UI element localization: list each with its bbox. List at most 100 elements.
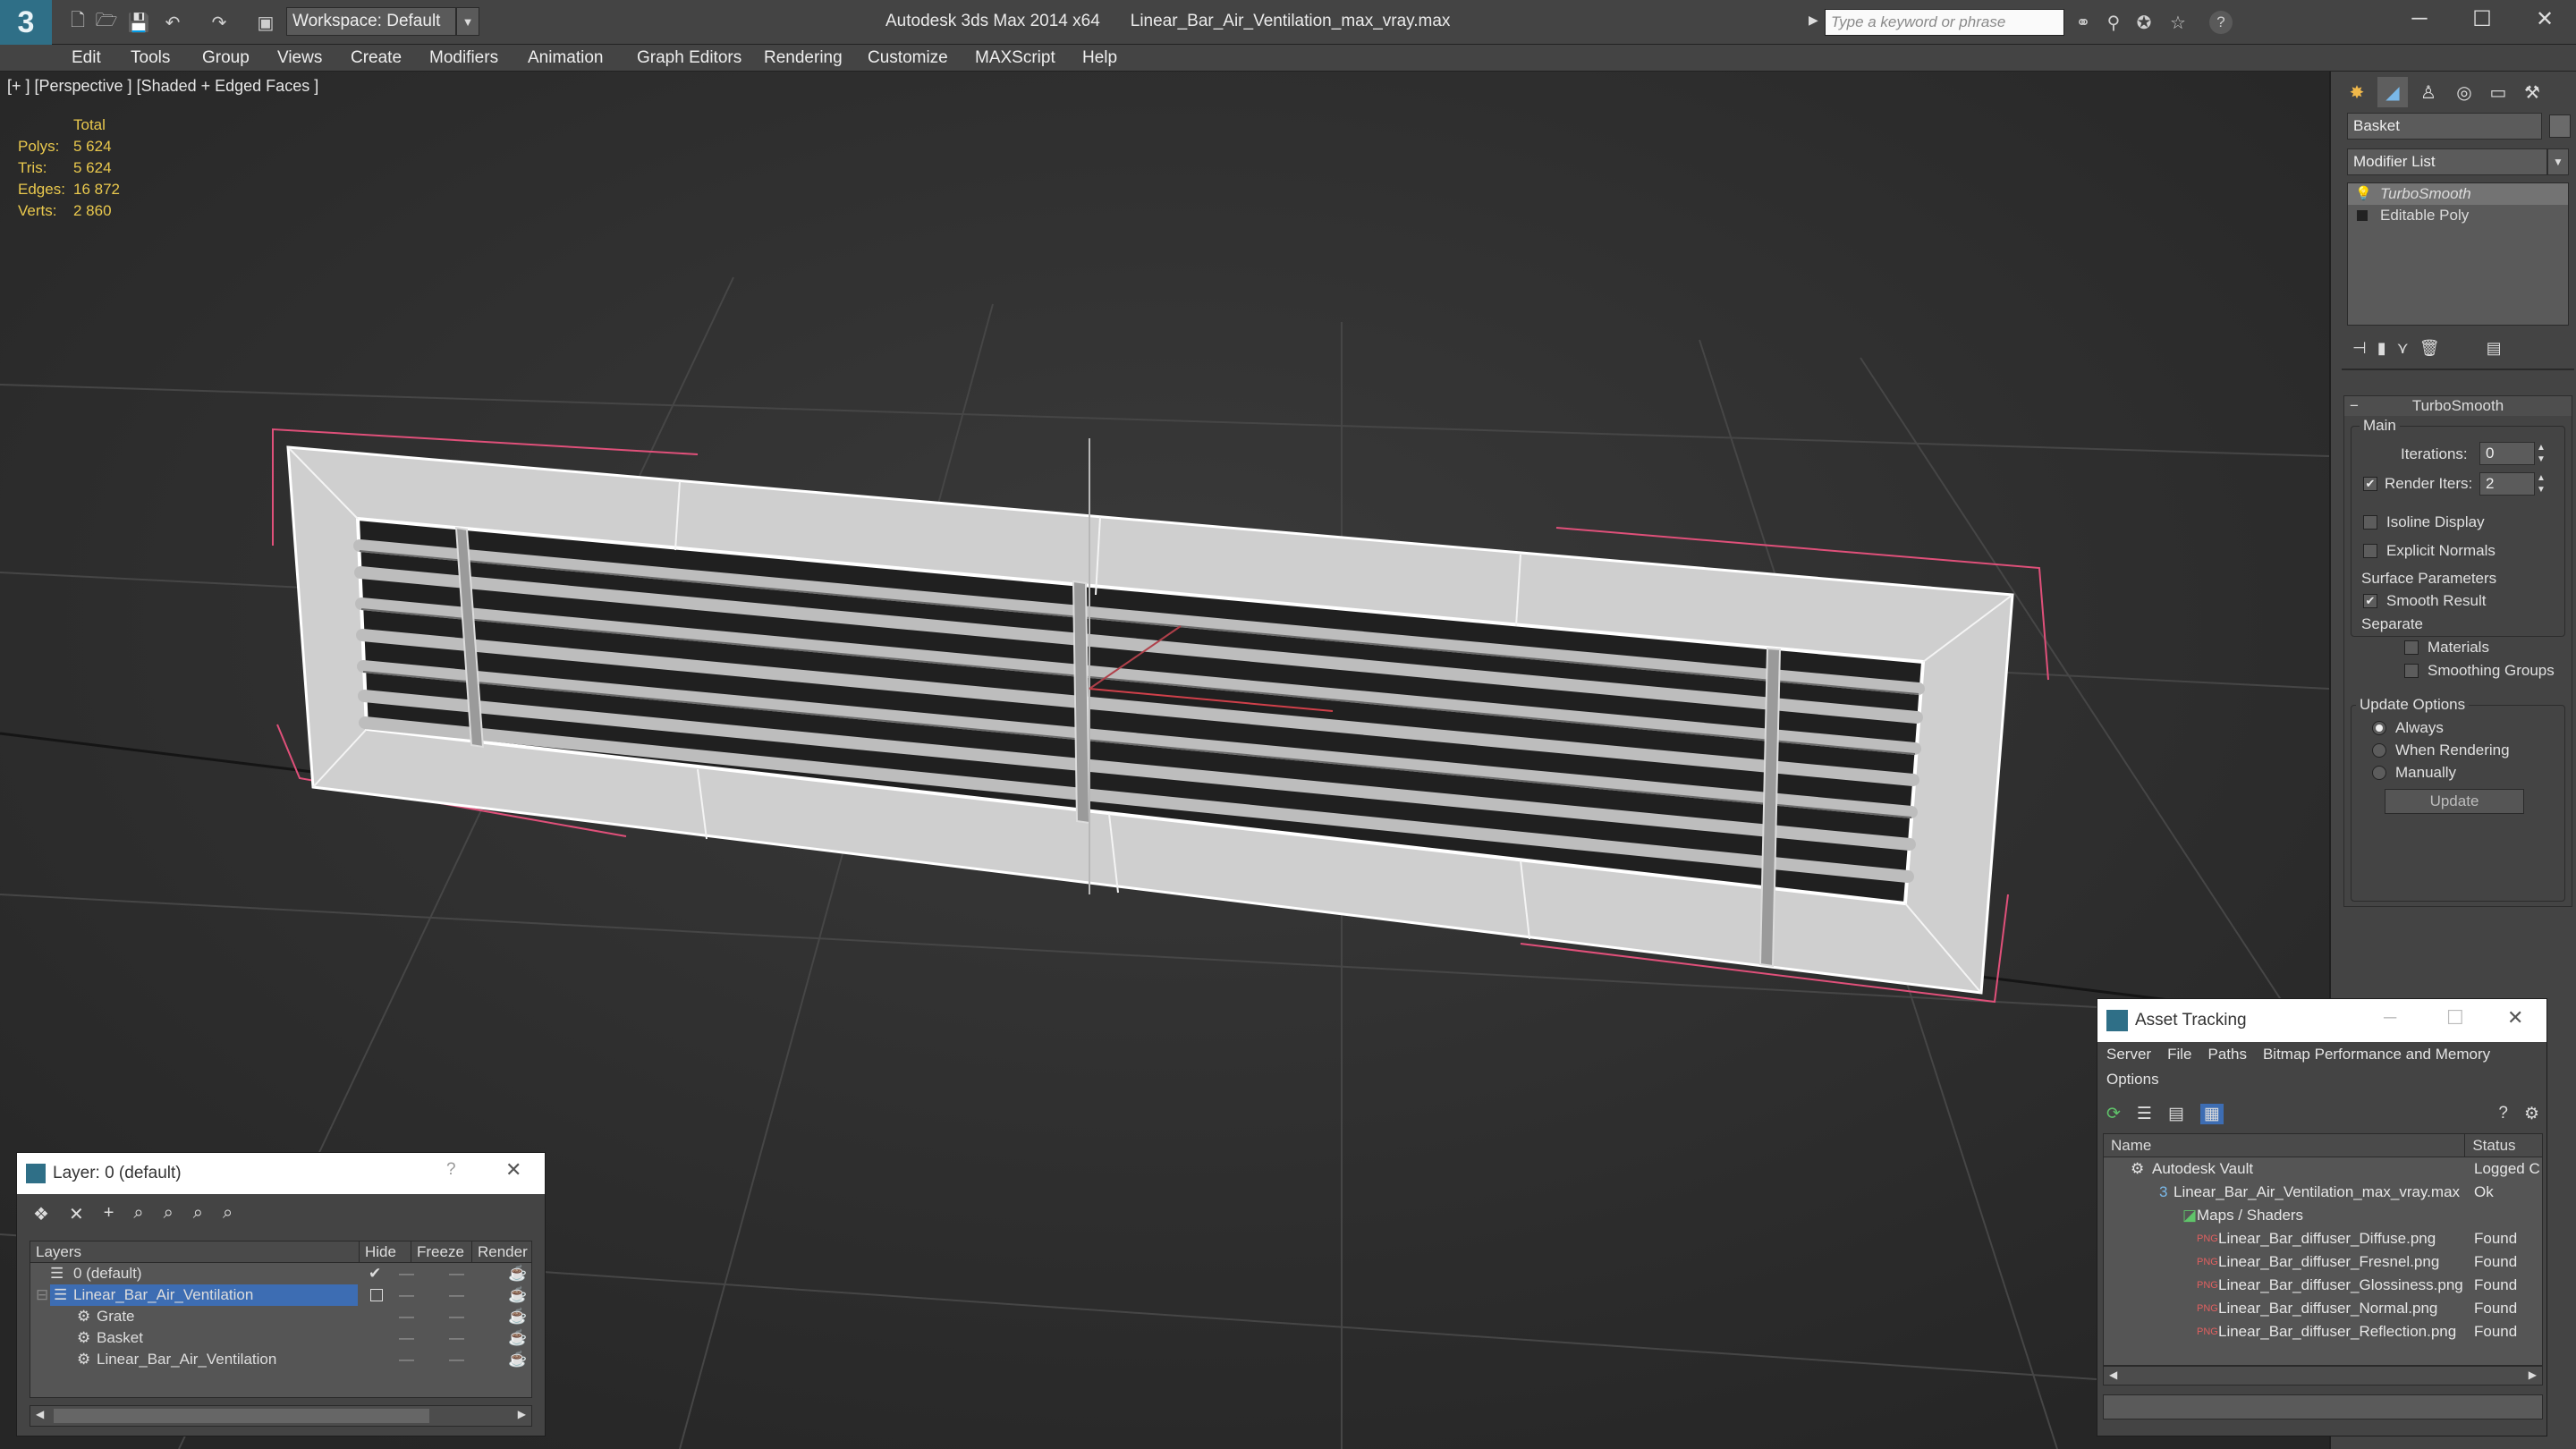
asset-row[interactable]: PNG Linear_Bar_diffuser_Reflection.png F… [2104,1320,2542,1343]
materials-checkbox[interactable] [2404,640,2419,655]
horizontal-scrollbar[interactable]: ◀ ▶ [30,1405,532,1427]
close-button[interactable]: ✕ [505,1158,521,1182]
layer-dialog-title[interactable]: Layer: 0 (default) [17,1153,545,1194]
col-layers[interactable]: Layers [30,1241,360,1262]
col-render[interactable]: Render [472,1241,531,1262]
undo-icon[interactable]: ↶ [159,9,186,36]
close-button[interactable]: ✕ [2507,1006,2523,1030]
stack-item-turbosmooth[interactable]: 💡 TurboSmooth [2348,183,2568,205]
layer-row[interactable]: ⚙ Grate — — ☕ [30,1306,531,1327]
binoculars-icon[interactable]: ⚭ [2070,9,2097,36]
close-button[interactable]: ✕ [2513,0,2576,38]
open-file-icon[interactable]: 🗁 [93,9,120,36]
help-icon[interactable]: ? [2498,1104,2508,1123]
menu-views[interactable]: Views [277,45,322,72]
app-logo-icon[interactable]: 3 [0,0,52,45]
menu-bitmap-performance[interactable]: Bitmap Performance and Memory [2263,1046,2490,1063]
list-view-icon[interactable]: ☰ [2137,1104,2152,1124]
menu-rendering[interactable]: Rendering [764,45,843,72]
rollout-header[interactable]: − TurboSmooth [2344,396,2572,416]
refresh-icon[interactable]: ⟳ [2106,1104,2121,1124]
layer-row[interactable]: ⚙ Linear_Bar_Air_Ventilation — — ☕ [30,1349,531,1370]
create-tab-icon[interactable]: ✸ [2342,77,2372,107]
render-iters-checkbox[interactable]: ✔ [2363,477,2377,491]
configure-sets-icon[interactable]: ▤ [2487,339,2502,358]
menu-animation[interactable]: Animation [528,45,604,72]
current-layer-checkbox[interactable] [370,1289,383,1301]
new-layer-icon[interactable]: ❖ [33,1203,49,1225]
minimize-button[interactable]: ─ [2388,0,2451,38]
search-input[interactable]: Type a keyword or phrase [1825,9,2064,36]
teapot-icon[interactable]: ☕ [508,1327,527,1349]
help-icon[interactable]: ? [2209,11,2233,34]
favorites-icon[interactable]: ☆ [2165,9,2191,36]
spinner-arrows-icon[interactable]: ▲ ▼ [2537,442,2546,465]
detail-view-icon[interactable]: ▤ [2168,1104,2184,1124]
menu-customize[interactable]: Customize [868,45,948,72]
layer-row[interactable]: ⊟ Linear_Bar_Air_Ventilation ☰ — — ☕ [30,1284,531,1306]
col-name[interactable]: Name [2104,1134,2466,1157]
asset-row[interactable]: PNG Linear_Bar_diffuser_Diffuse.png Foun… [2104,1227,2542,1250]
redo-icon[interactable]: ↷ [206,9,233,36]
layer-row[interactable]: ☰ 0 (default) ✔ — — ☕ [30,1263,531,1284]
motion-tab-icon[interactable]: ◎ [2449,77,2479,107]
menu-file[interactable]: File [2167,1046,2191,1063]
menu-paths[interactable]: Paths [2207,1046,2246,1063]
asset-row[interactable]: PNG Linear_Bar_diffuser_Glossiness.png F… [2104,1274,2542,1297]
horizontal-scrollbar[interactable]: ◀ ▶ [2103,1366,2543,1385]
utilities-tab-icon[interactable]: ⚒ [2517,77,2547,107]
menu-tools[interactable]: Tools [131,45,170,72]
teapot-icon[interactable]: ☕ [508,1306,527,1327]
menu-graph-editors[interactable]: Graph Editors [637,45,741,72]
smooth-result-checkbox[interactable]: ✔ [2363,594,2377,608]
modify-tab-icon[interactable]: ◢ [2377,77,2408,107]
maximize-button[interactable]: ☐ [2446,1006,2464,1030]
asset-tracking-title[interactable]: Asset Tracking [2097,999,2546,1042]
make-unique-icon[interactable]: ⋎ [2397,339,2409,358]
render-iters-spinner[interactable]: 2 [2479,472,2535,496]
teapot-icon[interactable]: ☕ [508,1284,527,1306]
viewport-label[interactable]: [+ ] [Perspective ] [Shaded + Edged Face… [7,77,318,96]
highlight-selected-icon[interactable]: ⌕ [164,1203,174,1225]
stack-item-editable-poly[interactable]: Editable Poly [2348,205,2568,226]
menu-server[interactable]: Server [2106,1046,2151,1063]
help-button[interactable]: ? [446,1160,456,1180]
iterations-spinner[interactable]: 0 [2479,442,2535,465]
select-objects-icon[interactable]: ⌕ [133,1203,143,1225]
asset-row[interactable]: ⚙ Autodesk Vault Logged C [2104,1157,2542,1181]
spinner-arrows-icon[interactable]: ▲ ▼ [2537,472,2546,496]
search-expand-icon[interactable]: ▶ [1809,13,1821,32]
asset-row[interactable]: PNG Linear_Bar_diffuser_Normal.png Found [2104,1297,2542,1320]
col-freeze[interactable]: Freeze [411,1241,472,1262]
update-button[interactable]: Update [2385,789,2524,814]
menu-create[interactable]: Create [351,45,402,72]
maximize-button[interactable]: ☐ [2451,0,2513,38]
pin-stack-icon[interactable]: ⊣ [2352,339,2367,358]
asset-row[interactable]: PNG Linear_Bar_diffuser_Fresnel.png Foun… [2104,1250,2542,1274]
workspace-dropdown[interactable]: Workspace: Default [286,7,456,36]
asset-path-field[interactable] [2103,1394,2543,1419]
always-radio[interactable] [2372,721,2386,735]
teapot-icon[interactable]: ☕ [508,1263,527,1284]
delete-layer-icon[interactable]: ✕ [69,1203,84,1225]
new-file-icon[interactable]: 🗋 [64,9,91,36]
menu-edit[interactable]: Edit [72,45,101,72]
menu-modifiers[interactable]: Modifiers [429,45,498,72]
col-hide[interactable]: Hide [360,1241,411,1262]
asset-row[interactable]: ◪ Maps / Shaders [2104,1204,2542,1227]
col-status[interactable]: Status [2465,1134,2542,1157]
smoothing-groups-checkbox[interactable] [2404,664,2419,678]
menu-options[interactable]: Options [2106,1071,2159,1088]
communication-icon[interactable]: ✪ [2131,9,2157,36]
asset-row[interactable]: 3 Linear_Bar_Air_Ventilation_max_vray.ma… [2104,1181,2542,1204]
table-view-icon[interactable]: ▦ [2199,1103,2224,1124]
explicit-normals-checkbox[interactable] [2363,544,2377,558]
chevron-down-icon[interactable]: ▼ [2547,148,2569,175]
isoline-display-checkbox[interactable] [2363,515,2377,530]
menu-group[interactable]: Group [202,45,250,72]
remove-modifier-icon[interactable]: 🗑 [2419,339,2440,358]
teapot-icon[interactable]: ☕ [508,1349,527,1370]
modifier-list-dropdown[interactable]: Modifier List [2347,148,2547,175]
checkmark-icon[interactable]: ✔ [369,1263,381,1284]
subscription-icon[interactable]: ⚲ [2100,9,2127,36]
